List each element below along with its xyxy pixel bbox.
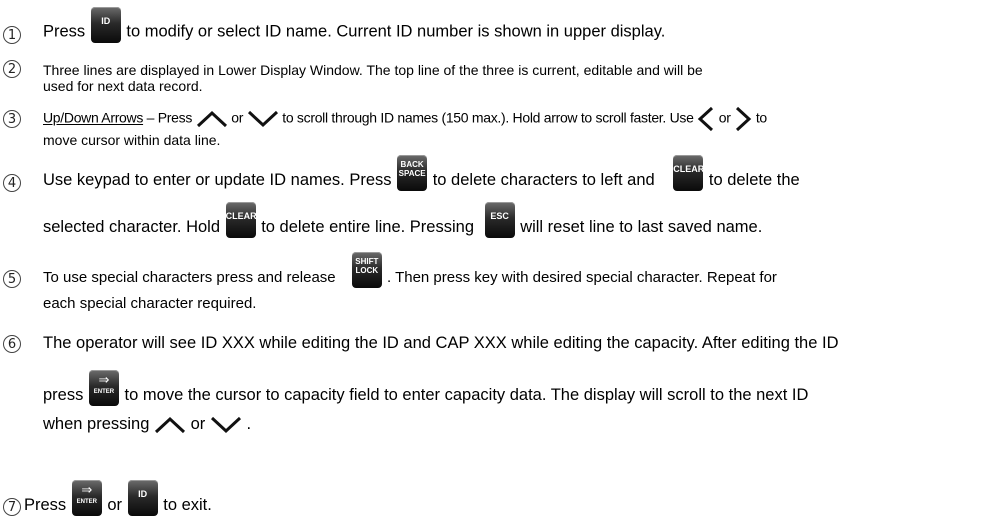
step-4-line-2: selected character. Hold CLEAR to delete… bbox=[43, 201, 993, 238]
step-5-line-2: each special character required. bbox=[43, 295, 257, 312]
step-6-line-1: The operator will see ID XXX while editi… bbox=[43, 334, 839, 352]
clear-key-icon: CLEAR bbox=[225, 201, 257, 238]
step-number: 6 bbox=[3, 335, 21, 353]
id-key-icon: ID bbox=[127, 479, 158, 516]
step-number: 5 bbox=[3, 270, 21, 288]
esc-key-icon: ESC bbox=[484, 201, 515, 238]
step-6-line-2: press ⇒ ENTER to move the cursor to capac… bbox=[43, 369, 809, 406]
up-down-arrows-label: Up/Down Arrows bbox=[43, 109, 144, 126]
step-number: 1 bbox=[3, 26, 21, 44]
down-arrow-icon bbox=[210, 416, 241, 433]
clear-key-icon: CLEAR bbox=[673, 154, 704, 191]
step-4-line-1: Use keypad to enter or update ID names. … bbox=[43, 154, 993, 191]
down-arrow-icon bbox=[247, 110, 278, 128]
step-6-line-3: when pressing or . bbox=[43, 415, 252, 433]
up-arrow-icon bbox=[196, 110, 227, 128]
id-key-icon: ID bbox=[90, 7, 121, 43]
shift-lock-key-icon: SHIFT LOCK bbox=[351, 252, 382, 289]
step-number: 4 bbox=[3, 174, 21, 192]
enter-key-icon: ⇒ ENTER bbox=[88, 369, 119, 406]
step-3-line-2: move cursor within data line. bbox=[43, 132, 221, 148]
backspace-key-icon: BACK SPACE bbox=[397, 154, 428, 191]
left-arrow-icon bbox=[697, 106, 714, 132]
step-5-line-1: To use special characters press and rele… bbox=[43, 252, 993, 289]
step-number: 7 bbox=[3, 498, 21, 516]
step-3-line-1: Up/Down Arrows – Press or to scroll thro… bbox=[43, 106, 993, 132]
right-arrow-icon bbox=[736, 106, 752, 132]
step-7-line: Press ⇒ ENTER or ID to exit. bbox=[24, 479, 212, 516]
step-2-line-2: used for next data record. bbox=[43, 78, 203, 94]
up-arrow-icon bbox=[154, 416, 186, 433]
step-number: 3 bbox=[3, 110, 21, 128]
instruction-page: 1 Press ID to modify or select ID name. … bbox=[0, 0, 1001, 527]
step-number: 2 bbox=[3, 60, 21, 78]
step-1-text: Press ID to modify or select ID name. Cu… bbox=[43, 7, 993, 43]
enter-key-icon: ⇒ ENTER bbox=[71, 479, 102, 516]
